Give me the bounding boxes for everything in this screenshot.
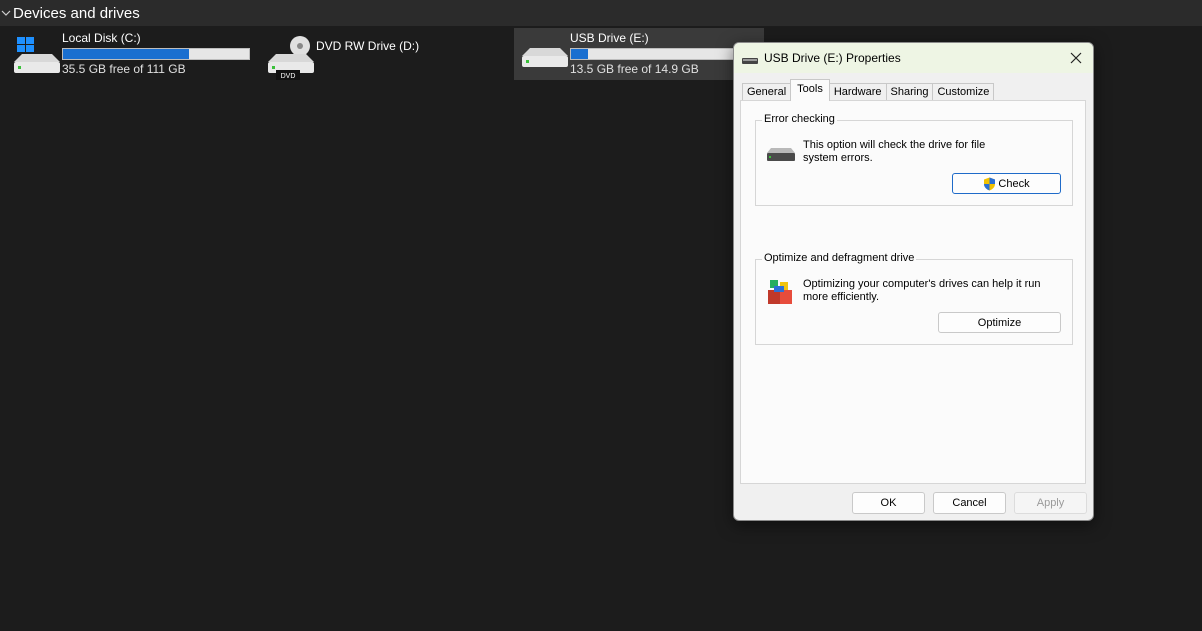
drive-free-space: 35.5 GB free of 111 GB — [62, 62, 186, 76]
tools-tab-panel: Error checking This option will check th… — [740, 100, 1086, 484]
dvd-drive-icon: DVD — [266, 34, 314, 80]
drive-name: USB Drive (E:) — [570, 31, 649, 45]
drive-usage-bar — [570, 48, 758, 60]
apply-button[interactable]: Apply — [1014, 492, 1087, 514]
tab-sharing[interactable]: Sharing — [885, 83, 934, 101]
drive-tile-usb-e[interactable]: USB Drive (E:) 13.5 GB free of 14.9 GB — [514, 28, 764, 80]
section-title: Devices and drives — [13, 4, 140, 22]
drive-tile-dvd-rw-d[interactable]: DVD DVD RW Drive (D:) — [260, 28, 510, 80]
drive-check-icon — [766, 145, 796, 168]
drive-free-space: 13.5 GB free of 14.9 GB — [570, 62, 699, 76]
ok-button[interactable]: OK — [852, 492, 925, 514]
defragment-icon — [766, 278, 796, 313]
tab-general[interactable]: General — [742, 83, 792, 101]
group-title: Optimize and defragment drive — [762, 252, 917, 264]
check-button[interactable]: Check — [952, 173, 1061, 194]
group-title: Error checking — [762, 113, 837, 125]
optimize-button[interactable]: Optimize — [938, 312, 1061, 333]
cancel-button[interactable]: Cancel — [933, 492, 1006, 514]
tab-strip: General Tools Hardware Sharing Customize — [742, 79, 995, 101]
hard-drive-windows-icon — [12, 34, 60, 74]
description-line: Optimizing your computer's drives can he… — [803, 278, 1041, 290]
group-description: This option will check the drive for fil… — [803, 139, 1053, 165]
uac-shield-icon — [984, 177, 996, 190]
drive-usage-bar — [62, 48, 250, 60]
error-checking-group: Error checking This option will check th… — [755, 113, 1073, 206]
check-button-label: Check — [998, 177, 1030, 190]
description-line: more efficiently. — [803, 291, 880, 303]
tab-customize[interactable]: Customize — [932, 83, 995, 101]
drive-usage-fill — [63, 49, 190, 59]
properties-dialog: USB Drive (E:) Properties General Tools … — [733, 42, 1094, 521]
chevron-down-icon[interactable] — [1, 0, 13, 26]
drive-name: DVD RW Drive (D:) — [316, 39, 420, 53]
devices-and-drives-header[interactable]: Devices and drives — [0, 0, 1202, 26]
dialog-titlebar[interactable]: USB Drive (E:) Properties — [734, 43, 1093, 73]
close-icon — [1070, 52, 1082, 64]
close-button[interactable] — [1063, 45, 1089, 71]
drive-usage-fill — [571, 49, 588, 59]
description-line: This option will check the drive for fil… — [803, 139, 986, 151]
description-line: system errors. — [803, 152, 873, 164]
group-description: Optimizing your computer's drives can he… — [803, 278, 1053, 304]
drive-tile-local-disk-c[interactable]: Local Disk (C:) 35.5 GB free of 111 GB — [6, 28, 256, 80]
dvd-badge-text: DVD — [281, 73, 296, 80]
usb-drive-icon — [520, 34, 568, 74]
drive-small-icon — [742, 53, 758, 64]
tab-tools[interactable]: Tools — [790, 79, 830, 101]
tab-hardware[interactable]: Hardware — [828, 83, 887, 101]
optimize-group: Optimize and defragment drive Optimizing… — [755, 252, 1073, 345]
dialog-title: USB Drive (E:) Properties — [764, 51, 901, 65]
drive-name: Local Disk (C:) — [62, 31, 141, 45]
